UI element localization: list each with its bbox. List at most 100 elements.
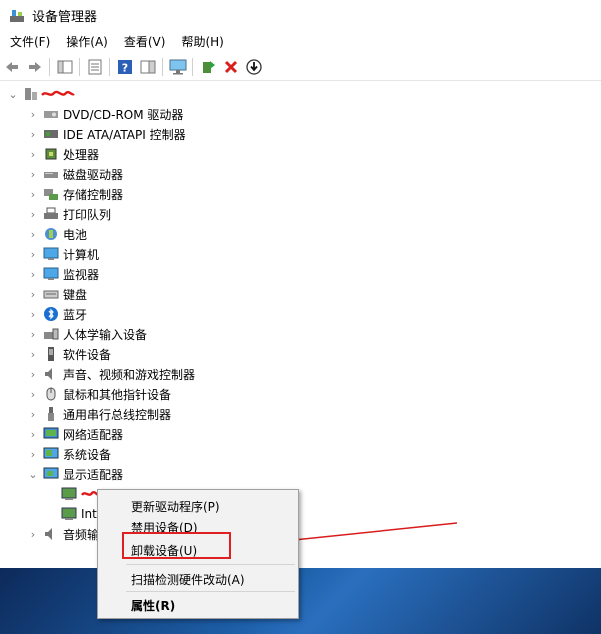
menu-view[interactable]: 查看(V) (124, 32, 166, 52)
display-child-intel[interactable]: Int (58, 504, 97, 524)
tree-category-label: 电池 (63, 227, 88, 242)
collapsed-chevron-icon[interactable]: › (26, 527, 40, 541)
collapsed-chevron-icon[interactable]: › (26, 407, 40, 421)
tree-category-storage-controller[interactable]: › 存储控制器 (26, 184, 123, 204)
tree-category-computer[interactable]: › 计算机 (26, 244, 99, 264)
tree-category-display-adapter[interactable]: ⌄ 显示适配器 (26, 464, 123, 484)
properties-button[interactable] (84, 56, 106, 78)
collapsed-chevron-icon[interactable]: › (26, 367, 40, 381)
mouse-icon (43, 386, 59, 402)
collapsed-chevron-icon[interactable]: › (26, 147, 40, 161)
highlight-box (122, 532, 231, 559)
tree-category-mouse[interactable]: › 鼠标和其他指针设备 (26, 384, 171, 404)
monitor-scan-icon (169, 59, 187, 75)
collapsed-chevron-icon[interactable]: › (26, 307, 40, 321)
collapsed-chevron-icon[interactable]: › (26, 267, 40, 281)
download-button[interactable] (243, 56, 265, 78)
toolbar: ? (0, 54, 601, 81)
tree-root[interactable]: ⌄ (6, 84, 75, 104)
help-button[interactable]: ? (114, 56, 136, 78)
menu-item-update-driver[interactable]: 更新驱动程序(P) (131, 498, 220, 515)
display-adapter-icon (61, 486, 77, 502)
tree-category-network-adapter[interactable]: › 网络适配器 (26, 424, 123, 444)
keyboard-icon (43, 286, 59, 302)
display-child-label: Int (81, 507, 97, 521)
collapsed-chevron-icon[interactable]: › (26, 427, 40, 441)
collapsed-chevron-icon[interactable]: › (26, 227, 40, 241)
tree-category-label: IDE ATA/ATAPI 控制器 (63, 127, 186, 142)
back-arrow-icon (6, 62, 18, 72)
toolbar-separator (79, 58, 80, 76)
tree-category-ide-controller[interactable]: › IDE ATA/ATAPI 控制器 (26, 124, 186, 144)
menu-file[interactable]: 文件(F) (10, 32, 50, 52)
collapsed-chevron-icon[interactable]: › (26, 247, 40, 261)
update-driver-icon (203, 61, 215, 73)
collapsed-chevron-icon[interactable]: › (26, 167, 40, 181)
tree-category-hid[interactable]: › 人体学输入设备 (26, 324, 147, 344)
display-adapter-icon (43, 466, 59, 482)
usb-icon (43, 406, 59, 422)
tree-category-dvd-drive[interactable]: › DVD/CD-ROM 驱动器 (26, 104, 184, 124)
tree-category-label: DVD/CD-ROM 驱动器 (63, 107, 184, 122)
collapsed-chevron-icon[interactable]: › (26, 387, 40, 401)
monitor-icon (43, 266, 59, 282)
tree-category-disk-drive[interactable]: › 磁盘驱动器 (26, 164, 123, 184)
tree-category-system-device[interactable]: › 系统设备 (26, 444, 111, 464)
tree-category-label: 网络适配器 (63, 427, 124, 442)
display-adapter-icon (61, 506, 77, 522)
bluetooth-icon (43, 306, 59, 322)
hid-icon (43, 326, 59, 342)
menu-item-scan-hardware[interactable]: 扫描检测硬件改动(A) (131, 571, 245, 588)
tree-category-sound[interactable]: › 声音、视频和游戏控制器 (26, 364, 195, 384)
tree-category-label: 监视器 (63, 267, 100, 282)
collapsed-chevron-icon[interactable]: › (26, 127, 40, 141)
action-pane-button[interactable] (137, 56, 159, 78)
title-bar[interactable]: 设备管理器 (0, 0, 601, 30)
expanded-chevron-icon[interactable]: ⌄ (6, 87, 20, 101)
back-button[interactable] (1, 56, 23, 78)
window-title: 设备管理器 (32, 9, 98, 25)
uninstall-device-button[interactable] (220, 56, 242, 78)
toolbar-separator (109, 58, 110, 76)
tree-category-battery[interactable]: › 电池 (26, 224, 87, 244)
forward-button[interactable] (24, 56, 46, 78)
menu-help[interactable]: 帮助(H) (181, 32, 223, 52)
collapsed-chevron-icon[interactable]: › (26, 187, 40, 201)
scan-hardware-button[interactable] (167, 56, 189, 78)
tree-category-bluetooth[interactable]: › 蓝牙 (26, 304, 87, 324)
tree-category-processor[interactable]: › 处理器 (26, 144, 99, 164)
tree-category-monitor[interactable]: › 监视器 (26, 264, 99, 284)
expanded-chevron-icon[interactable]: ⌄ (26, 467, 40, 481)
software-device-icon (43, 346, 59, 362)
tree-category-audio[interactable]: › 音频输 (26, 524, 99, 544)
show-hide-console-tree-button[interactable] (54, 56, 76, 78)
battery-icon (43, 226, 59, 242)
tree-category-label: 磁盘驱动器 (63, 167, 124, 182)
collapsed-chevron-icon[interactable]: › (26, 347, 40, 361)
tree-category-label: 存储控制器 (63, 187, 124, 202)
printer-icon (43, 206, 59, 222)
action-pane-icon (140, 60, 156, 74)
collapsed-chevron-icon[interactable]: › (26, 327, 40, 341)
toolbar-separator (49, 58, 50, 76)
collapsed-chevron-icon[interactable]: › (26, 447, 40, 461)
tree-category-label: 计算机 (63, 247, 100, 262)
tree-category-keyboard[interactable]: › 键盘 (26, 284, 87, 304)
update-driver-button[interactable] (197, 56, 219, 78)
tree-category-software-device[interactable]: › 软件设备 (26, 344, 111, 364)
display-child-gpu[interactable] (58, 484, 99, 504)
collapsed-chevron-icon[interactable]: › (26, 107, 40, 121)
device-manager-window: 设备管理器 文件(F) 操作(A) 查看(V) 帮助(H) ? ⌄ › DVD/… (0, 0, 601, 570)
computer-icon (43, 246, 59, 262)
collapsed-chevron-icon[interactable]: › (26, 287, 40, 301)
tree-category-label: 人体学输入设备 (63, 327, 148, 342)
tree-category-printer[interactable]: › 打印队列 (26, 204, 111, 224)
menu-action[interactable]: 操作(A) (66, 32, 108, 52)
tree-category-usb[interactable]: › 通用串行总线控制器 (26, 404, 171, 424)
collapsed-chevron-icon[interactable]: › (26, 207, 40, 221)
redacted-name-scribble (41, 90, 75, 96)
menu-item-properties[interactable]: 属性(R) (131, 597, 175, 614)
menu-separator (126, 591, 295, 592)
tree-category-label: 音频输 (63, 527, 100, 542)
dvd-drive-icon (43, 106, 59, 122)
